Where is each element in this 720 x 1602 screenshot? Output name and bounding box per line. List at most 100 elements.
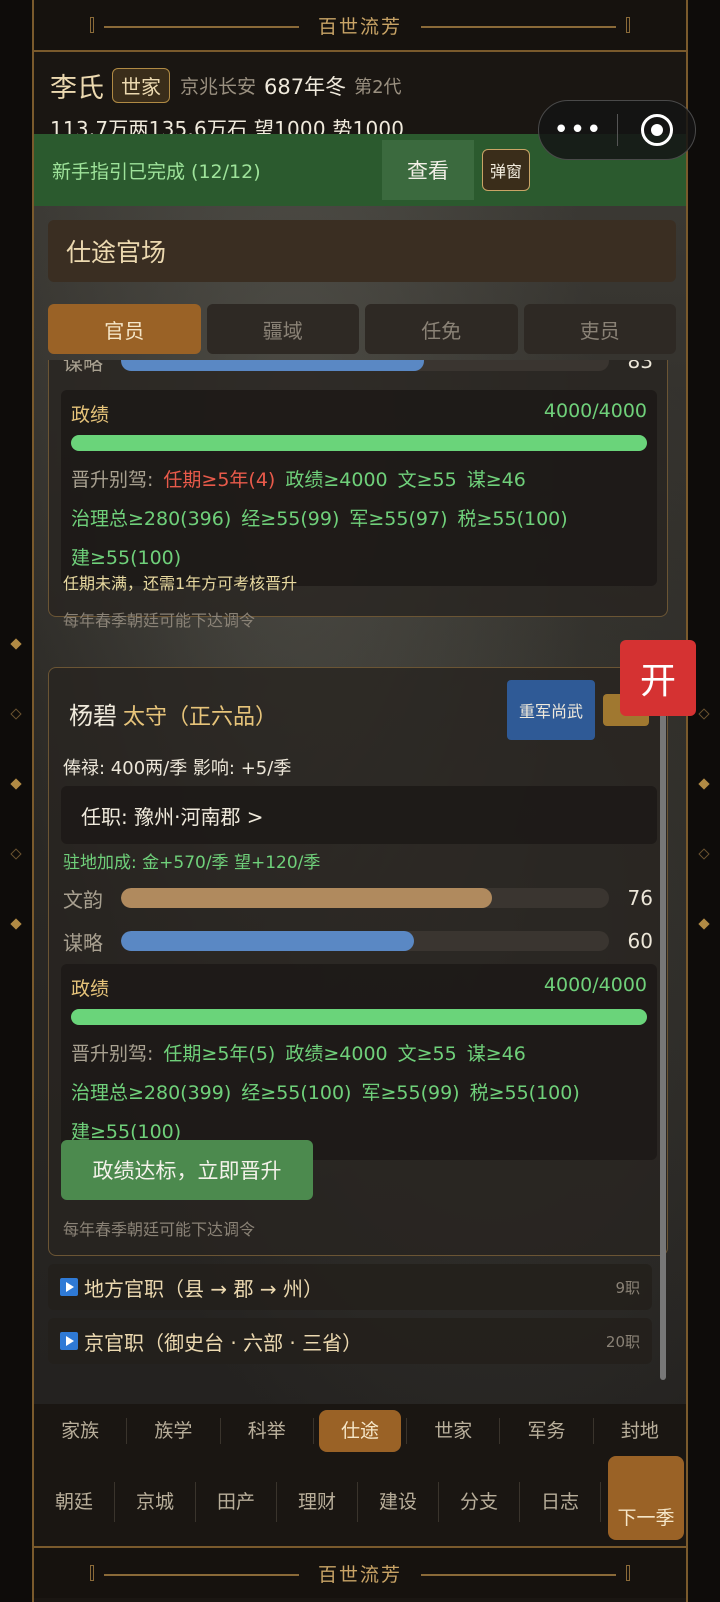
req-item: 文≥55 <box>397 1043 457 1065</box>
nav-military[interactable]: 军务 <box>500 1418 594 1444</box>
stat-value: 76 <box>627 886 653 910</box>
top-banner: 百世流芳 <box>34 0 686 52</box>
stat-row-strategy: 谋略 60 <box>63 926 653 956</box>
nav-capital[interactable]: 京城 <box>115 1482 196 1522</box>
station-bonus: 驻地加成: 金+570/季 望+120/季 <box>63 853 321 873</box>
nav-finance[interactable]: 理财 <box>277 1482 358 1522</box>
side-ornament <box>698 848 710 860</box>
transfer-note: 每年春季朝廷可能下达调令 <box>63 611 256 630</box>
tab-clerks[interactable]: 吏员 <box>523 304 676 354</box>
official-rank: 太守（正六品） <box>123 705 278 730</box>
stat-bar <box>121 360 609 371</box>
promote-button[interactable]: 政绩达标，立即晋升 <box>61 1140 313 1200</box>
req-line-2: 治理总≥280(396) 经≥55(99) 军≥55(97) 税≥55(100) <box>71 500 647 539</box>
side-ornament <box>698 708 710 720</box>
section-title: 仕途官场 <box>48 220 676 282</box>
side-ornament <box>10 918 22 930</box>
stat-label: 文韵 <box>63 887 103 912</box>
req-item: 任期≥5年(5) <box>163 1043 276 1065</box>
performance-label: 政绩 <box>71 978 110 1000</box>
req-item: 军≥55(99) <box>361 1082 460 1104</box>
list-item-capital-posts[interactable]: 京官职（御史台 · 六部 · 三省） 20职 <box>48 1318 652 1364</box>
req-line-1: 晋升别驾: 任期≥5年(4) 政绩≥4000 文≥55 谋≥46 <box>71 461 647 500</box>
performance-box: 政绩 4000/4000 晋升别驾: 任期≥5年(5) 政绩≥4000 文≥55 谋≥4… <box>61 964 657 1160</box>
performance-label: 政绩 <box>71 404 110 426</box>
guide-popup-button[interactable]: 弹窗 <box>482 149 531 191</box>
req-item: 经≥55(99) <box>241 508 340 530</box>
nav-fief[interactable]: 封地 <box>594 1418 686 1444</box>
nav-clan-school[interactable]: 族学 <box>127 1418 221 1444</box>
primary-nav: 家族 族学 科举 仕途 世家 军务 封地 <box>34 1406 686 1456</box>
list-item-label: 京官职（御史台 · 六部 · 三省） <box>84 1330 363 1355</box>
stat-bar <box>121 888 609 908</box>
trait-badge[interactable]: 重军尚武 <box>507 680 595 740</box>
close-target-icon[interactable] <box>618 114 695 146</box>
req-item: 任期≥5年(4) <box>163 469 276 491</box>
nav-family[interactable]: 家族 <box>34 1418 128 1444</box>
guide-view-button[interactable]: 查看 <box>382 140 474 200</box>
req-line-2: 治理总≥280(399) 经≥55(100) 军≥55(99) 税≥55(100) <box>71 1074 647 1113</box>
play-icon <box>60 1278 78 1296</box>
stat-row-literary: 文韵 76 <box>63 883 653 913</box>
nav-exam[interactable]: 科举 <box>221 1418 314 1444</box>
stat-row-strategy: 谋略 83 <box>63 360 653 376</box>
official-name-line: 杨碧 太守（正六品） <box>69 696 277 731</box>
official-name: 杨碧 <box>69 702 117 730</box>
nav-estates[interactable]: 田产 <box>196 1482 277 1522</box>
nav-noble-houses[interactable]: 世家 <box>407 1418 501 1444</box>
side-ornament <box>10 708 22 720</box>
list-item-local-posts[interactable]: 地方官职（县 → 郡 → 州） 9职 <box>48 1264 652 1310</box>
req-item: 税≥55(100) <box>469 1082 580 1104</box>
performance-value: 4000/4000 <box>543 400 647 422</box>
promotion-requirements: 晋升别驾: 任期≥5年(4) 政绩≥4000 文≥55 谋≥46 治理总≥280(396… <box>71 461 647 578</box>
req-item: 治理总≥280(396) <box>71 508 232 530</box>
req-item: 治理总≥280(399) <box>71 1082 232 1104</box>
tab-appointments[interactable]: 任免 <box>365 304 518 354</box>
guide-status: 新手指引已完成 (12/12) <box>52 160 261 183</box>
tab-officials[interactable]: 官员 <box>48 304 201 354</box>
req-line-1: 晋升别驾: 任期≥5年(5) 政绩≥4000 文≥55 谋≥46 <box>71 1035 647 1074</box>
req-item: 政绩≥4000 <box>285 1043 388 1065</box>
secondary-nav: 朝廷 京城 田产 理财 建设 分支 日志 <box>34 1460 686 1544</box>
officials-panel[interactable]: 谋略 83 政绩 4000/4000 晋升别驾: 任期≥5年(4) 政绩≥4000 文… <box>48 360 676 1394</box>
side-ornament <box>10 778 22 790</box>
official-tabs: 官员 疆域 任免 吏员 <box>48 304 676 354</box>
nav-construction[interactable]: 建设 <box>358 1482 439 1522</box>
post-link[interactable]: 任职: 豫州·河南郡 > <box>61 786 657 844</box>
stat-label: 谋略 <box>63 360 103 375</box>
more-icon[interactable]: ••• <box>539 117 617 143</box>
side-ornament <box>698 778 710 790</box>
stat-value: 60 <box>627 929 653 953</box>
salary-line: 俸禄: 400两/季 影响: +5/季 <box>63 758 292 779</box>
performance-value: 4000/4000 <box>543 974 647 996</box>
official-card: 杨碧 太守（正六品） 重军尚武 俸禄: 400两/季 影响: +5/季 任职: 豫… <box>48 667 668 1256</box>
list-item-count: 9职 <box>615 1278 640 1297</box>
family-name: 李氏 <box>50 73 104 104</box>
nav-log[interactable]: 日志 <box>520 1482 601 1522</box>
tab-territory[interactable]: 疆域 <box>206 304 359 354</box>
req-item: 文≥55 <box>397 469 457 491</box>
scrollbar[interactable] <box>660 700 666 1380</box>
official-card: 谋略 83 政绩 4000/4000 晋升别驾: 任期≥5年(4) 政绩≥4000 文… <box>48 360 668 630</box>
stat-label: 谋略 <box>63 930 103 955</box>
promotion-requirements: 晋升别驾: 任期≥5年(5) 政绩≥4000 文≥55 谋≥46 治理总≥280(399… <box>71 1035 647 1152</box>
generation: 第2代 <box>354 76 402 98</box>
performance-bar <box>71 1009 647 1025</box>
performance-bar <box>71 435 647 451</box>
req-item: 税≥55(100) <box>457 508 568 530</box>
tenure-warning: 任期未满，还需1年方可考核晋升 <box>63 574 298 593</box>
nav-branches[interactable]: 分支 <box>439 1482 520 1522</box>
req-item: 军≥55(97) <box>349 508 448 530</box>
req-item: 晋升别驾: <box>71 469 154 491</box>
req-item: 经≥55(100) <box>241 1082 352 1104</box>
nav-court[interactable]: 朝廷 <box>34 1482 115 1522</box>
open-button[interactable]: 开 <box>620 640 696 716</box>
app-title-footer: 百世流芳 <box>303 1559 416 1587</box>
list-item-count: 20职 <box>605 1332 640 1351</box>
stat-value: 83 <box>627 360 653 373</box>
play-icon <box>60 1332 78 1350</box>
next-season-button[interactable]: 下一季 <box>608 1456 684 1540</box>
transfer-note: 每年春季朝廷可能下达调令 <box>63 1220 256 1239</box>
family-location: 京兆长安 <box>180 76 257 98</box>
nav-officialdom[interactable]: 仕途 <box>314 1410 408 1452</box>
